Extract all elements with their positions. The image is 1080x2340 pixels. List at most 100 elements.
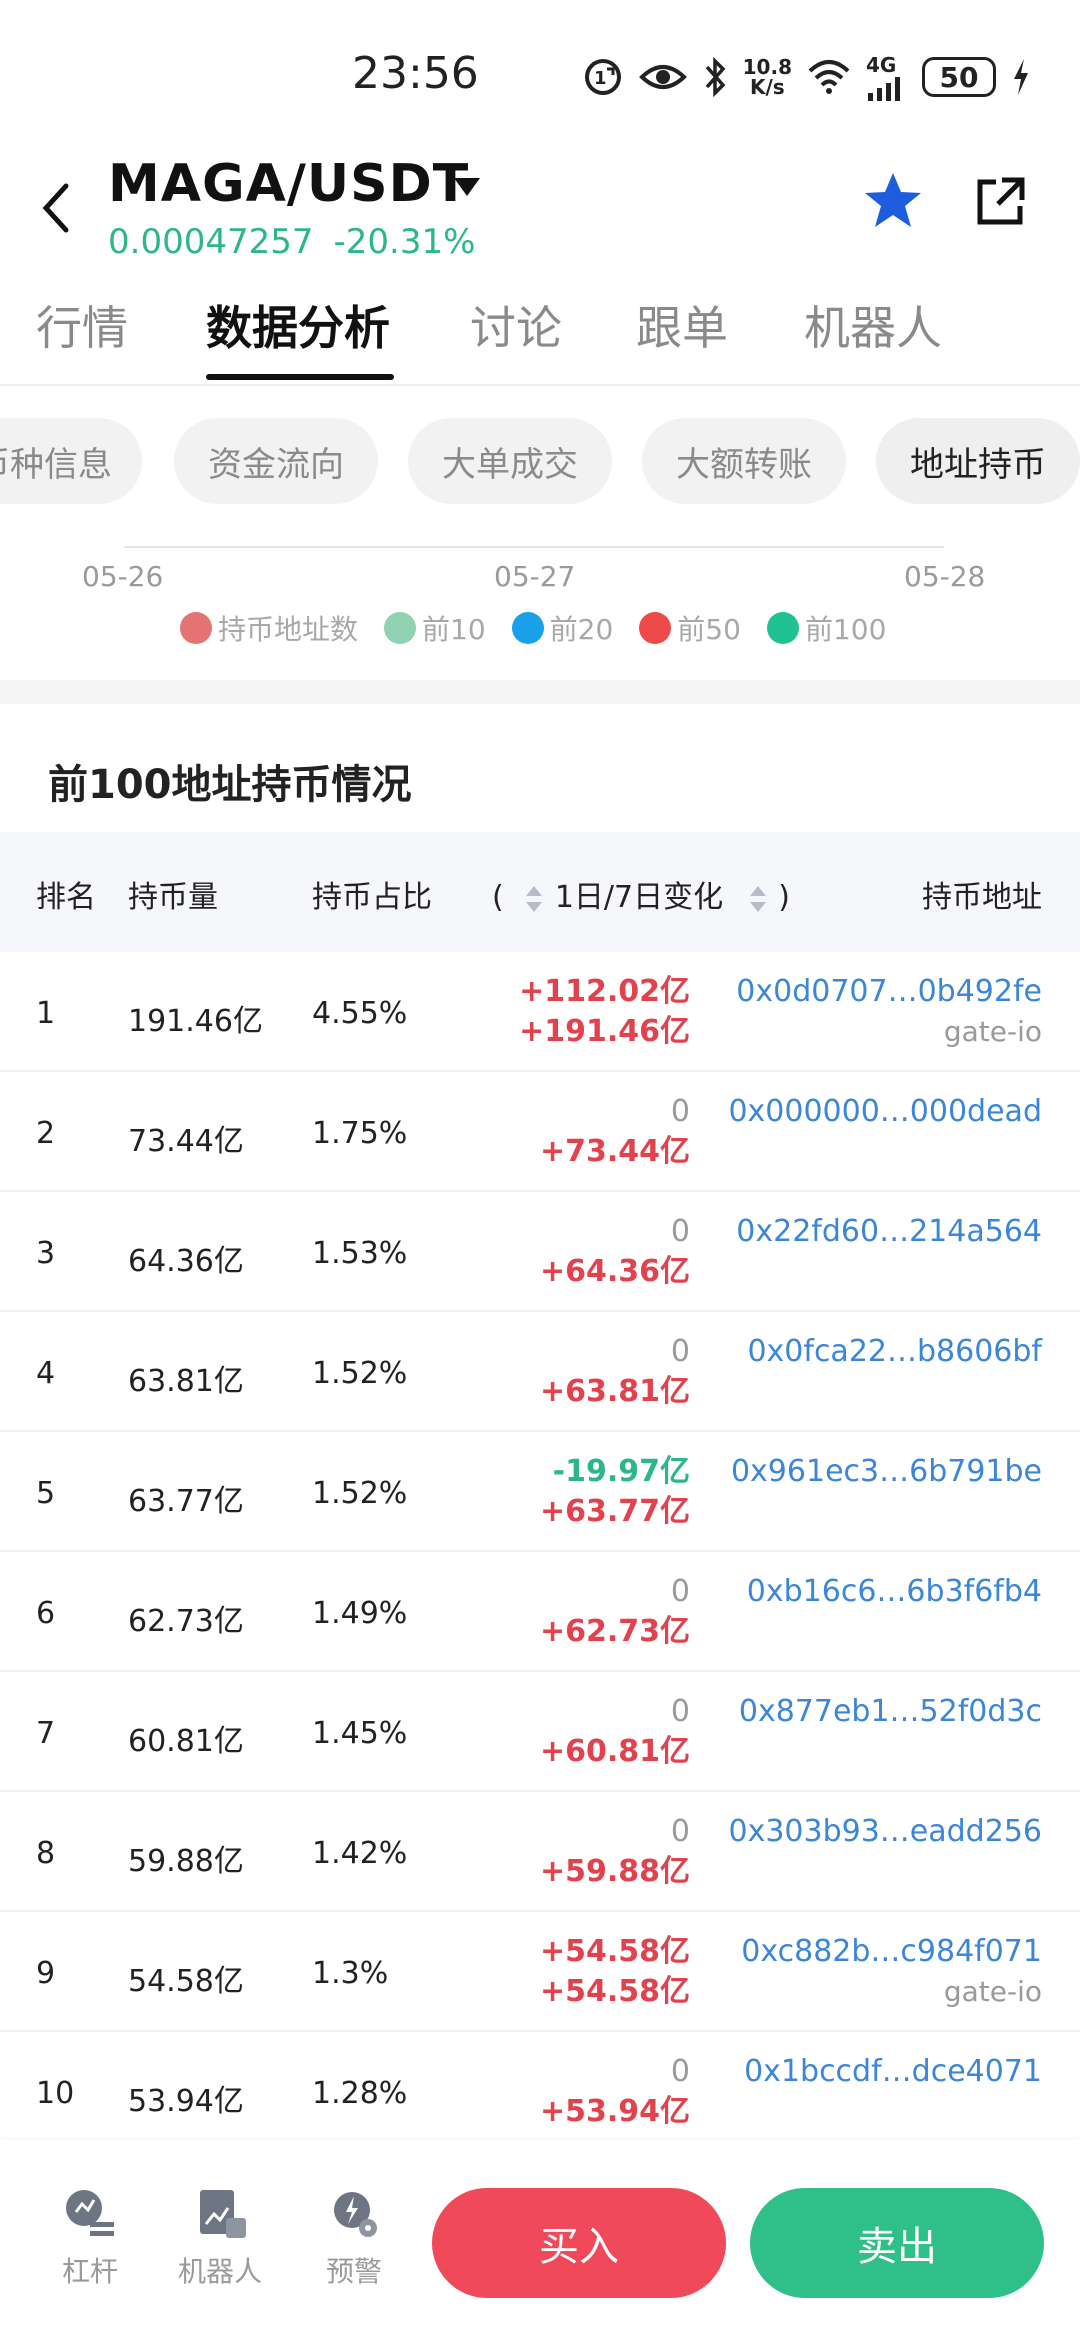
row-change: -19.97亿 +63.77亿 [540,1452,690,1532]
row-address: 0x1bccdf…dce4071 [744,2052,1042,2092]
change-1d: 0 [670,2054,690,2089]
status-time: 23:56 [352,48,479,99]
legend-item[interactable]: 持币地址数 [180,608,358,648]
row-ratio: 1.49% [312,1596,408,1631]
wifi-icon [808,59,850,95]
active-tab-indicator [206,374,394,380]
table-row[interactable]: 8 59.88亿 1.42% 0 +59.88亿 0x303b93…eadd256 [0,1792,1080,1912]
table-row[interactable]: 3 64.36亿 1.53% 0 +64.36亿 0x22fd60…214a564 [0,1192,1080,1312]
row-rank: 5 [36,1476,56,1511]
row-ratio: 1.3% [312,1956,389,1991]
address-tag: gate-io [943,1015,1042,1048]
robot-button[interactable]: 机器人 [170,2184,270,2290]
row-change: 0 +60.81亿 [540,1692,690,1772]
share-external-icon[interactable] [972,174,1028,230]
table-row[interactable]: 9 54.58亿 1.3% +54.58亿 +54.58亿 0xc882b…c984f07… [0,1912,1080,2032]
holder-address-link[interactable]: 0xc882b…c984f071 [741,1932,1042,1972]
tab-data-analysis[interactable]: 数据分析 [206,292,390,358]
alert-icon [334,2192,377,2237]
sort-icon[interactable] [747,882,769,916]
table-row[interactable]: 7 60.81亿 1.45% 0 +60.81亿 0x877eb1…52f0d3c [0,1672,1080,1792]
header-change[interactable]: ( 1日/7日变化 ) [492,872,790,916]
holder-address-link[interactable]: 0x0d0707…0b492fe [736,972,1042,1012]
change-1d: 0 [670,1694,690,1729]
table-row[interactable]: 10 53.94亿 1.28% 0 +53.94亿 0x1bccdf…dce4071 [0,2032,1080,2140]
row-rank: 7 [36,1716,56,1751]
x-tick: 05-28 [904,560,986,593]
legend-label: 持币地址数 [218,613,359,646]
holder-address-link[interactable]: 0x000000…000dead [728,1092,1042,1132]
row-rank: 4 [36,1356,56,1391]
x-tick: 05-26 [82,560,164,593]
legend-item[interactable]: 前20 [511,608,613,648]
tab-copy-trade[interactable]: 跟单 [636,292,728,358]
row-amount: 60.81亿 [128,1724,244,1759]
row-address: 0x0fca22…b8606bf [747,1332,1042,1372]
chart-legend: 持币地址数 前10 前20 前50 前100 [180,608,886,648]
sort-icon[interactable] [523,882,545,916]
tab-market[interactable]: 行情 [36,292,128,358]
x-tick: 05-27 [494,560,576,593]
holder-address-link[interactable]: 0x303b93…eadd256 [728,1812,1042,1852]
change-1d: 0 [670,1334,690,1369]
table-row[interactable]: 1 191.46亿 4.55% +112.02亿 +191.46亿 0x0d0707…0b… [0,952,1080,1072]
holder-address-link[interactable]: 0x1bccdf…dce4071 [744,2052,1042,2092]
svg-text:1: 1 [594,68,607,89]
chip-large-trades[interactable]: 大单成交 [408,418,612,504]
holder-address-link[interactable]: 0x22fd60…214a564 [736,1212,1042,1252]
pair-title[interactable]: MAGA/USDT [108,154,469,214]
legend-label: 前100 [804,613,887,646]
row-change: +54.58亿 +54.58亿 [540,1932,690,2012]
table-row[interactable]: 6 62.73亿 1.49% 0 +62.73亿 0xb16c6…6b3f6fb4 [0,1552,1080,1672]
legend-dot [180,612,212,644]
row-rank: 8 [36,1836,56,1871]
change-7d: +191.46亿 [519,1014,690,1049]
table-row[interactable]: 4 63.81亿 1.52% 0 +63.81亿 0x0fca22…b8606bf [0,1312,1080,1432]
row-ratio: 4.55% [312,996,408,1031]
legend-item[interactable]: 前50 [639,608,741,648]
tab-discussion[interactable]: 讨论 [470,292,562,358]
row-amount: 63.81亿 [128,1364,244,1399]
back-arrow-icon[interactable] [36,178,76,238]
holder-address-link[interactable]: 0x961ec3…6b791be [731,1452,1042,1492]
change-7d: +53.94亿 [539,2094,690,2129]
holder-address-link[interactable]: 0x877eb1…52f0d3c [739,1692,1042,1732]
chip-coin-info[interactable]: 币种信息 [0,418,142,504]
caret-down-icon[interactable] [452,172,482,202]
change-7d: +54.58亿 [539,1974,690,2009]
leverage-button[interactable]: 杠杆 [40,2184,140,2290]
holder-address-link[interactable]: 0xb16c6…6b3f6fb4 [747,1572,1042,1612]
row-address: 0x000000…000dead [728,1092,1042,1132]
header-change-open: ( [492,880,504,915]
change-7d: +62.73亿 [539,1614,690,1649]
favorite-star-icon[interactable] [862,170,924,232]
tab-robot[interactable]: 机器人 [804,292,942,358]
alert-button[interactable]: 预警 [304,2184,404,2290]
row-change: +112.02亿 +191.46亿 [519,972,690,1052]
change-7d: +73.44亿 [539,1134,690,1169]
table-row[interactable]: 5 63.77亿 1.52% -19.97亿 +63.77亿 0x961ec3…6b791… [0,1432,1080,1552]
alert-label: 预警 [325,2255,382,2288]
header-change-label: 1日/7日变化 [554,880,724,915]
price-row: 0.00047257 -20.31% [108,222,475,262]
bluetooth-icon [703,57,727,97]
last-price: 0.00047257 [108,222,314,262]
table-row[interactable]: 2 73.44亿 1.75% 0 +73.44亿 0x000000…000dead [0,1072,1080,1192]
holder-address-link[interactable]: 0x0fca22…b8606bf [747,1332,1042,1372]
legend-item[interactable]: 前10 [384,608,486,648]
chip-large-transfers[interactable]: 大额转账 [642,418,846,504]
status-bar: 23:56 1 10.8 K/s 4G 50 [0,0,1080,150]
change-1d: +54.58亿 [539,1934,690,1969]
row-ratio: 1.52% [312,1356,408,1391]
legend-dot [384,612,417,644]
legend-item[interactable]: 前100 [766,608,887,648]
leverage-icon [66,2190,114,2236]
holders-chart-footer: 05-26 05-27 05-28 持币地址数 前10 前20 前50 前100 [0,530,1080,680]
table-header: 排名 持币量 持币占比 ( 1日/7日变化 ) 持币地址 [0,832,1080,952]
chip-address-holdings[interactable]: 地址持币 [876,418,1080,504]
charging-icon [1012,59,1030,95]
sell-button[interactable]: 卖出 [750,2188,1044,2298]
buy-button[interactable]: 买入 [432,2188,726,2298]
row-ratio: 1.42% [312,1836,408,1871]
chip-fund-flow[interactable]: 资金流向 [174,418,378,504]
